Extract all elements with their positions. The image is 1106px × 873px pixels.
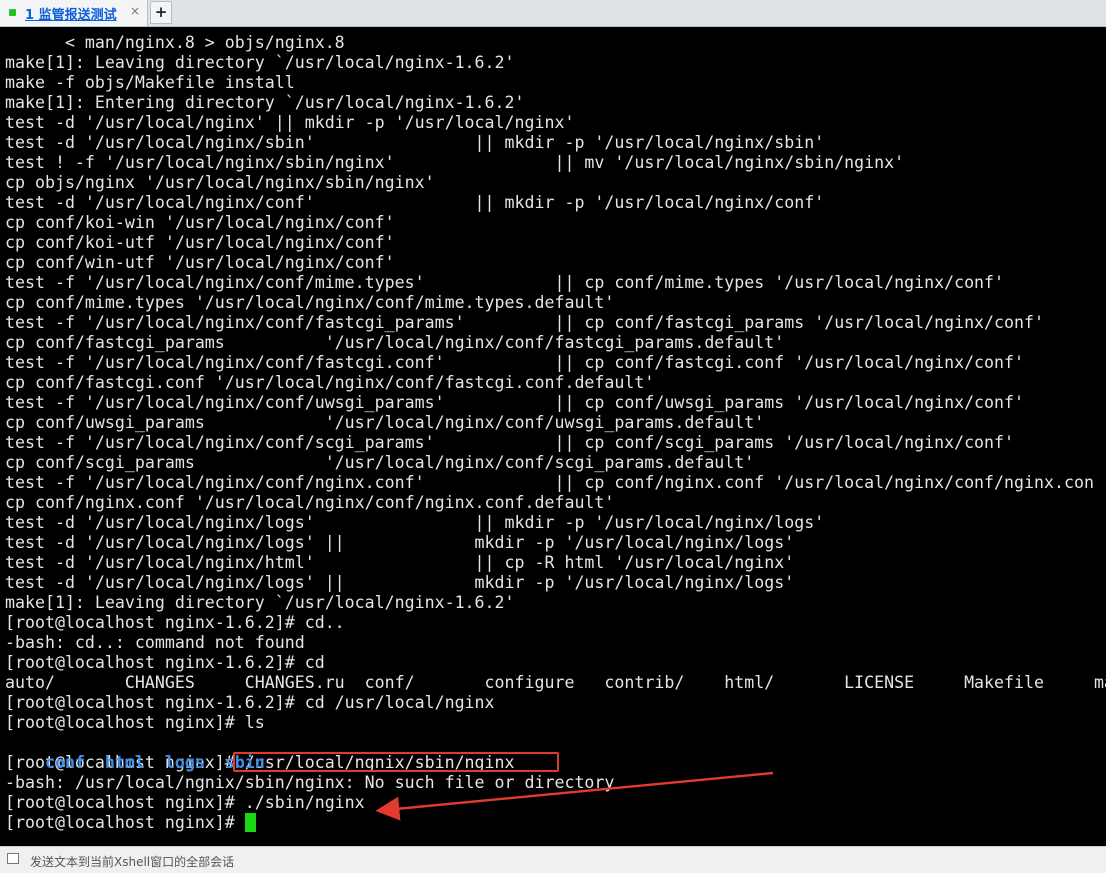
terminal-cursor bbox=[245, 813, 256, 832]
arrow-annotation bbox=[375, 771, 774, 821]
session-tab[interactable]: 1 监管报送测试 × bbox=[0, 0, 148, 26]
close-icon[interactable]: × bbox=[130, 4, 140, 18]
session-tab-label[interactable]: 1 监管报送测试 bbox=[25, 4, 117, 23]
compose-window-icon[interactable] bbox=[7, 853, 19, 864]
new-tab-button[interactable]: + bbox=[150, 1, 172, 24]
terminal[interactable]: [root@localhost nginx]# [root@localhost … bbox=[0, 28, 1106, 846]
status-bar: 发送文本到当前Xshell窗口的全部会话 bbox=[0, 846, 1106, 873]
send-to-all-sessions-text[interactable]: 发送文本到当前Xshell窗口的全部会话 bbox=[30, 853, 234, 870]
connected-status-icon bbox=[9, 9, 16, 16]
tab-bar: 1 监管报送测试 × + bbox=[0, 0, 1106, 27]
